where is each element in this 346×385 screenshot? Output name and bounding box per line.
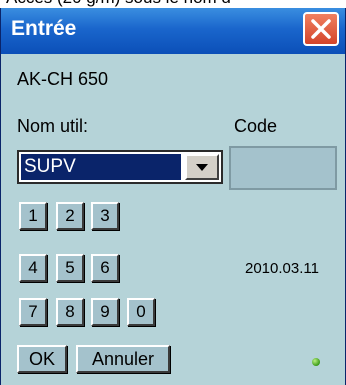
keypad-key-2[interactable]: 2 xyxy=(56,202,84,230)
background-window-text: Accès (20 g/m) sous le nom d xyxy=(0,0,346,8)
user-select-value: SUPV xyxy=(21,154,181,180)
keypad-key-3[interactable]: 3 xyxy=(91,202,119,230)
title-bar: Entrée xyxy=(1,8,345,54)
cancel-button[interactable]: Annuler xyxy=(76,345,170,373)
keypad-key-7[interactable]: 7 xyxy=(19,298,47,326)
code-input[interactable] xyxy=(229,146,337,190)
keypad-key-1[interactable]: 1 xyxy=(19,202,47,230)
window-title: Entrée xyxy=(11,17,77,40)
user-select-dropdown-button[interactable] xyxy=(185,154,219,180)
keypad-key-9[interactable]: 9 xyxy=(91,298,119,326)
user-select[interactable]: SUPV xyxy=(17,150,223,184)
ok-button[interactable]: OK xyxy=(17,345,67,373)
close-icon xyxy=(311,19,331,39)
status-led-icon xyxy=(312,358,320,366)
keypad-key-8[interactable]: 8 xyxy=(56,298,84,326)
keypad-key-6[interactable]: 6 xyxy=(91,254,119,282)
close-button[interactable] xyxy=(303,12,339,46)
keypad-key-5[interactable]: 5 xyxy=(56,254,84,282)
code-label: Code xyxy=(234,116,278,136)
login-dialog: Entrée AK-CH 650 Nom util: Code SUPV 1 2… xyxy=(0,8,346,385)
date-display: 2010.03.11 xyxy=(245,260,319,277)
keypad-key-0[interactable]: 0 xyxy=(127,298,155,326)
device-model: AK-CH 650 xyxy=(17,69,109,89)
user-label: Nom util: xyxy=(17,116,89,136)
chevron-down-icon xyxy=(196,164,208,171)
background-text: Accès (20 g/m) sous le nom d xyxy=(6,0,231,8)
keypad-key-4[interactable]: 4 xyxy=(19,254,47,282)
